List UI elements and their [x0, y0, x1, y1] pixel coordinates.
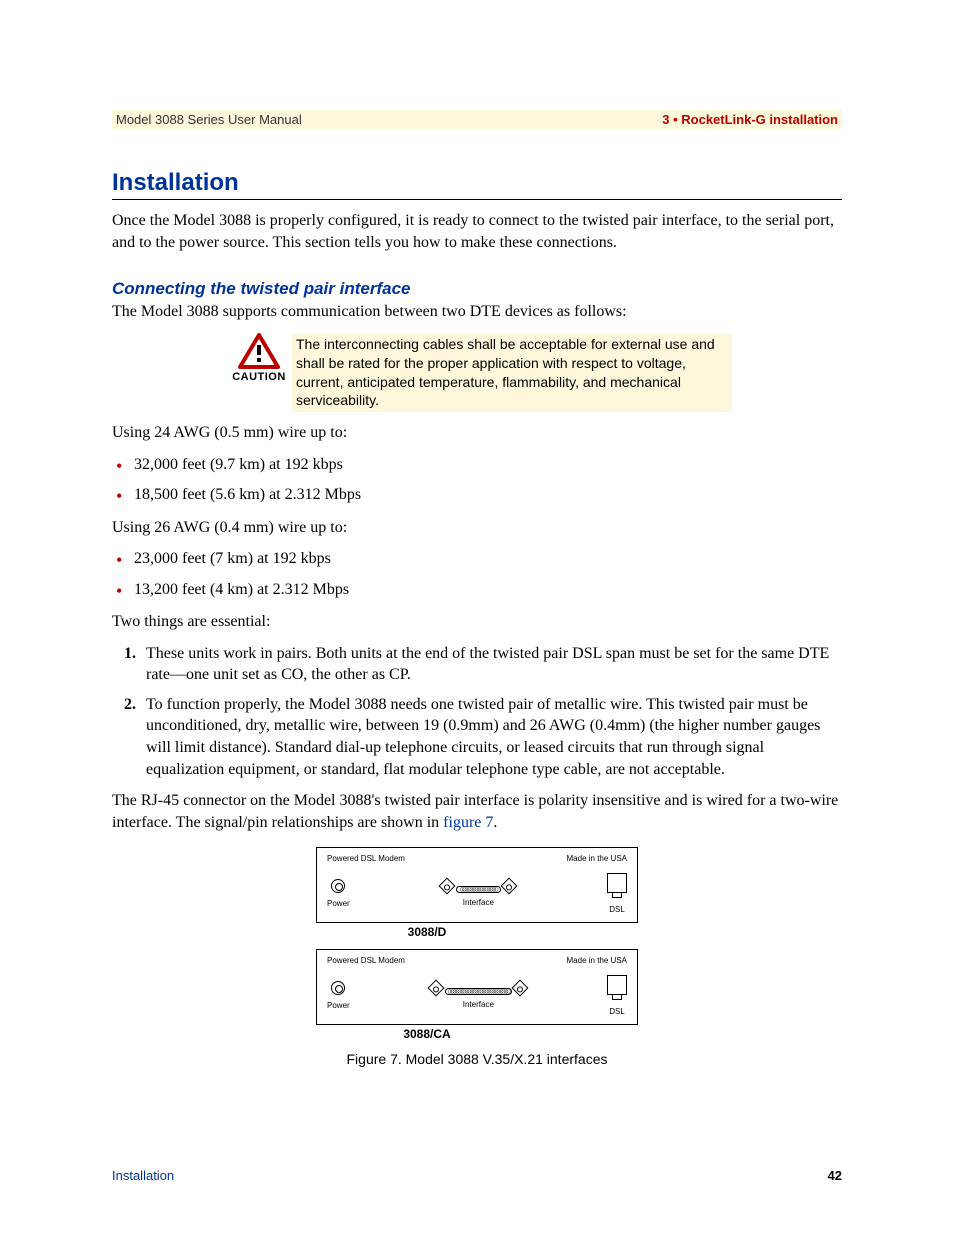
list-item: 23,000 feet (7 km) at 192 kbps	[134, 548, 842, 570]
screw-icon	[439, 878, 456, 895]
device-3088ca: Powered DSL Modem Made in the USA Power …	[316, 949, 638, 1025]
intro-paragraph: Once the Model 3088 is properly configur…	[112, 210, 842, 253]
power-label: Power	[327, 899, 350, 908]
footer-section-name: Installation	[112, 1168, 174, 1183]
list-item: 18,500 feet (5.6 km) at 2.312 Mbps	[134, 484, 842, 506]
device-3088d: Powered DSL Modem Made in the USA Power …	[316, 847, 638, 923]
wire24-list: 32,000 feet (9.7 km) at 192 kbps 18,500 …	[112, 454, 842, 507]
caution-block: CAUTION The interconnecting cables shall…	[232, 333, 732, 413]
figure-reference[interactable]: figure 7	[443, 814, 493, 831]
page-header: Model 3088 Series User Manual 3 • Rocket…	[112, 110, 842, 129]
header-chapter-title: 3 • RocketLink-G installation	[662, 112, 838, 127]
subintro-paragraph: The Model 3088 supports communication be…	[112, 301, 842, 323]
power-label: Power	[327, 1001, 350, 1010]
device-top-right: Made in the USA	[567, 956, 627, 965]
subsection-heading-connecting: Connecting the twisted pair interface	[112, 279, 842, 299]
page-footer: Installation 42	[112, 1168, 842, 1183]
wire24-intro: Using 24 AWG (0.5 mm) wire up to:	[112, 422, 842, 444]
caution-label: CAUTION	[232, 371, 286, 383]
figure-caption: Figure 7. Model 3088 V.35/X.21 interface…	[112, 1051, 842, 1067]
screw-icon	[512, 980, 529, 997]
dsl-label: DSL	[607, 905, 627, 914]
page-number: 42	[828, 1168, 842, 1183]
interface-label: Interface	[358, 1000, 599, 1009]
device-model-label-b: 3088/CA	[12, 1027, 842, 1041]
rj45-paragraph: The RJ-45 connector on the Model 3088's …	[112, 790, 842, 833]
list-item: To function properly, the Model 3088 nee…	[140, 694, 842, 780]
caution-icon: CAUTION	[232, 333, 286, 383]
rj45-icon	[607, 873, 627, 893]
list-item: These units work in pairs. Both units at…	[140, 643, 842, 686]
rj45-icon	[607, 975, 627, 995]
dsl-label: DSL	[607, 1007, 627, 1016]
device-top-left: Powered DSL Modem	[327, 956, 405, 965]
device-model-label-a: 3088/D	[12, 925, 842, 939]
figure-block: Powered DSL Modem Made in the USA Power …	[112, 847, 842, 1067]
page: Model 3088 Series User Manual 3 • Rocket…	[0, 0, 954, 1235]
wire26-list: 23,000 feet (7 km) at 192 kbps 13,200 fe…	[112, 548, 842, 601]
screw-icon	[501, 878, 518, 895]
interface-label: Interface	[358, 898, 599, 907]
wire26-intro: Using 26 AWG (0.4 mm) wire up to:	[112, 517, 842, 539]
db-connector-icon: ○○○○○○○○○○○○○○○	[456, 886, 502, 893]
db-connector-icon: ○○○○○○○○○○○○○○○○○○○○○○○○○	[445, 988, 513, 995]
caution-text: The interconnecting cables shall be acce…	[292, 333, 732, 413]
header-manual-title: Model 3088 Series User Manual	[116, 112, 302, 127]
section-heading-installation: Installation	[112, 169, 842, 200]
power-port-icon	[331, 879, 345, 893]
device-top-right: Made in the USA	[567, 854, 627, 863]
list-item: 13,200 feet (4 km) at 2.312 Mbps	[134, 579, 842, 601]
list-item: 32,000 feet (9.7 km) at 192 kbps	[134, 454, 842, 476]
screw-icon	[428, 980, 445, 997]
essentials-intro: Two things are essential:	[112, 611, 842, 633]
essentials-list: These units work in pairs. Both units at…	[112, 643, 842, 781]
device-top-left: Powered DSL Modem	[327, 854, 405, 863]
power-port-icon	[331, 981, 345, 995]
rj45-text-b: .	[493, 814, 497, 831]
